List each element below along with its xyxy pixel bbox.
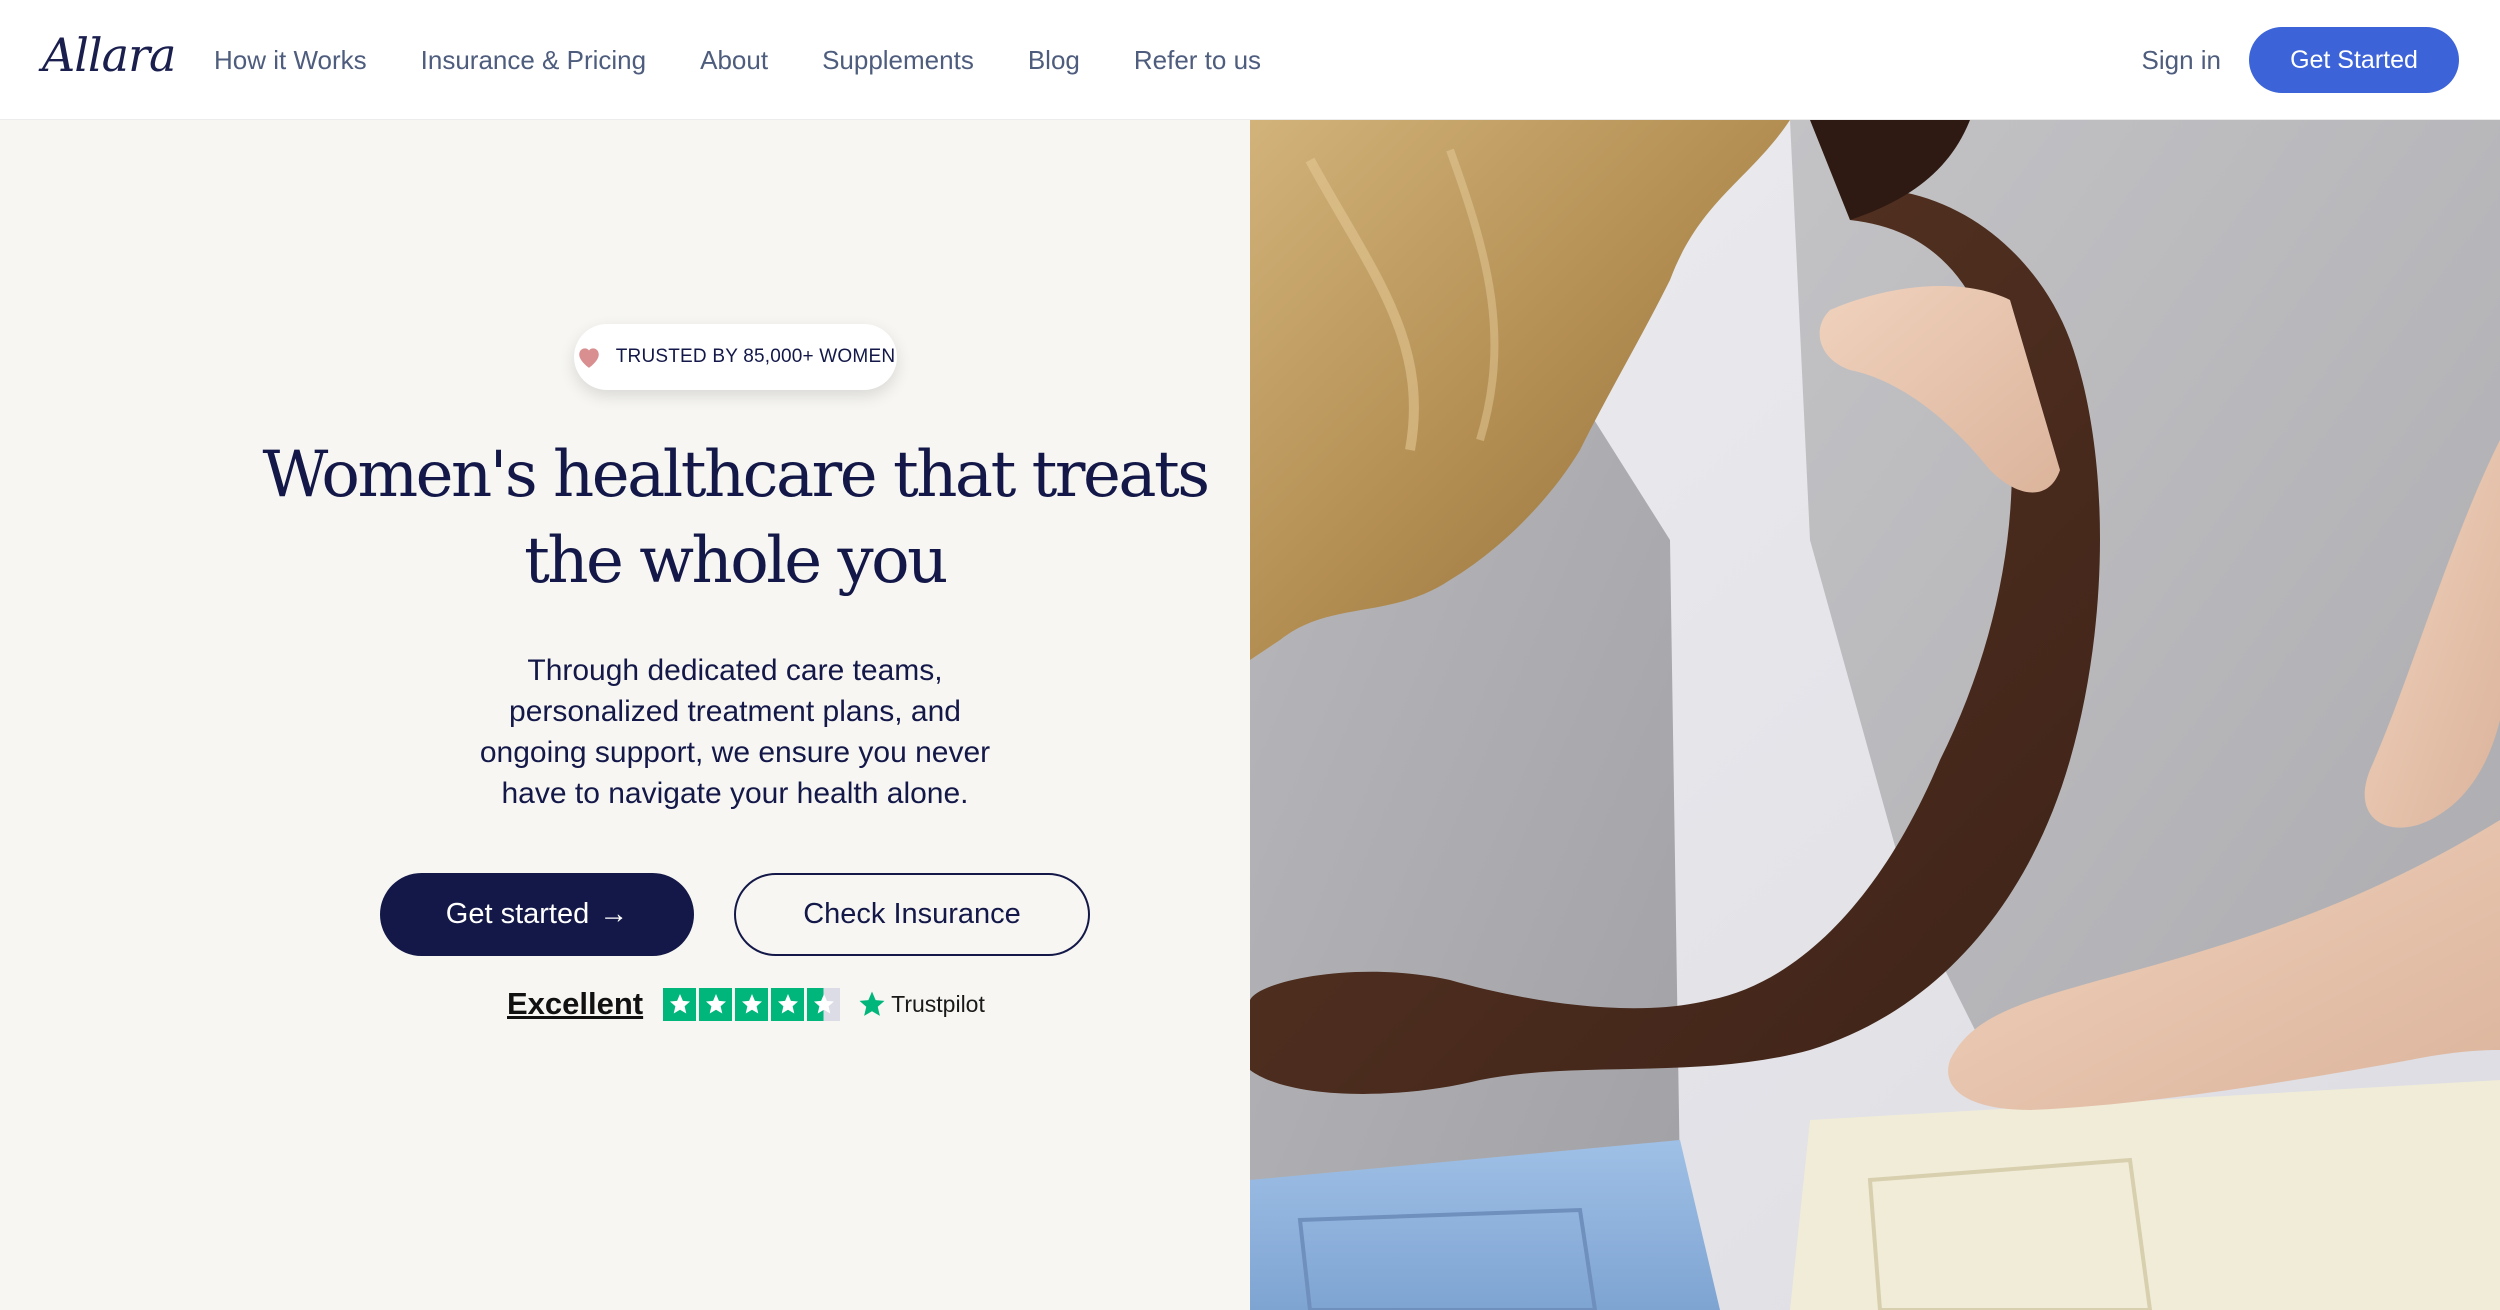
primary-nav: How it Works Insurance & Pricing About S… bbox=[214, 0, 1315, 120]
nav-link-refer[interactable]: Refer to us bbox=[1134, 45, 1261, 76]
get-started-button[interactable]: Get started → bbox=[380, 873, 694, 956]
nav-link-how-it-works[interactable]: How it Works bbox=[214, 45, 367, 76]
hero-photo bbox=[1250, 120, 2500, 1310]
star-icon bbox=[735, 987, 769, 1021]
half-star-icon bbox=[807, 987, 841, 1021]
top-navbar: Allara How it Works Insurance & Pricing … bbox=[0, 0, 2500, 120]
sign-in-link[interactable]: Sign in bbox=[2142, 0, 2222, 120]
hero-headline: Women's healthcare that treats the whole… bbox=[262, 438, 1210, 598]
star-icon bbox=[663, 987, 697, 1021]
allara-logo[interactable]: Allara bbox=[42, 28, 176, 82]
trustpilot-widget: Excellent Trustpilot bbox=[507, 984, 985, 1024]
trustpilot-rating-text[interactable]: Excellent bbox=[507, 986, 643, 1022]
nav-link-supplements[interactable]: Supplements bbox=[822, 45, 974, 76]
photo-two-women-embracing bbox=[1250, 120, 2500, 1310]
get-started-label: Get started bbox=[445, 898, 590, 930]
star-icon bbox=[699, 987, 733, 1021]
heart-icon bbox=[578, 348, 599, 368]
nav-link-blog[interactable]: Blog bbox=[1028, 45, 1080, 76]
trustpilot-stars bbox=[663, 987, 843, 1021]
arrow-right-icon: → bbox=[599, 898, 629, 930]
star-icon bbox=[771, 987, 805, 1021]
hero-subtext: Through dedicated care teams, personaliz… bbox=[479, 654, 991, 810]
nav-link-insurance-pricing[interactable]: Insurance & Pricing bbox=[421, 45, 646, 76]
check-insurance-button[interactable]: Check Insurance bbox=[734, 873, 1090, 956]
trustpilot-logo[interactable]: Trustpilot bbox=[857, 989, 985, 1019]
hero-content: TRUSTED BY 85,000+ WOMEN Women's healthc… bbox=[0, 120, 1250, 1310]
trustpilot-star-icon bbox=[859, 991, 885, 1016]
trustpilot-brand-text: Trustpilot bbox=[891, 990, 985, 1017]
trust-badge: TRUSTED BY 85,000+ WOMEN bbox=[574, 324, 897, 390]
nav-link-about[interactable]: About bbox=[700, 45, 768, 76]
get-started-nav-button[interactable]: Get Started bbox=[2249, 27, 2459, 93]
trust-badge-text: TRUSTED BY 85,000+ WOMEN bbox=[615, 346, 896, 367]
